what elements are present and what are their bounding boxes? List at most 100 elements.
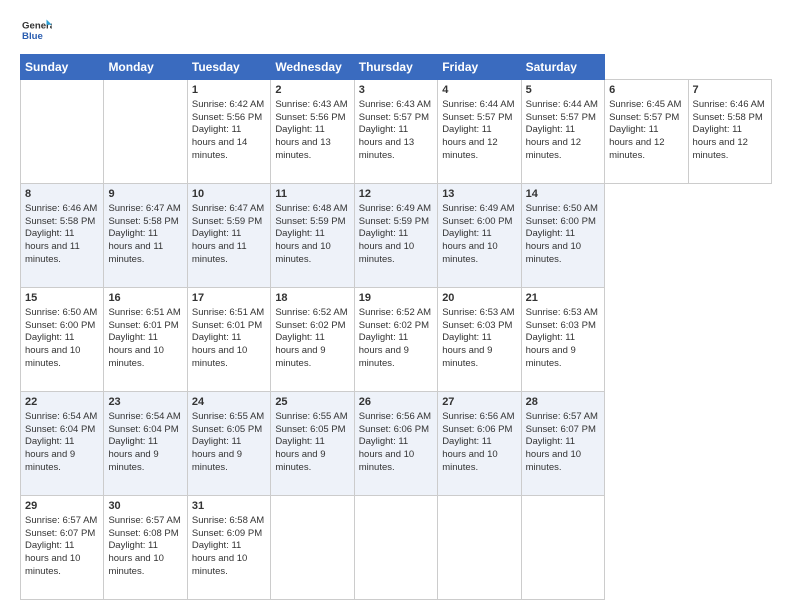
daylight-text: Daylight: 11 hours and 10 minutes. <box>192 540 247 577</box>
daylight-text: Daylight: 11 hours and 10 minutes. <box>192 332 247 369</box>
day-number: 22 <box>25 395 99 410</box>
week-row-1: 1Sunrise: 6:42 AMSunset: 5:56 PMDaylight… <box>21 80 772 184</box>
day-number: 24 <box>192 395 266 410</box>
col-header-friday: Friday <box>438 55 521 80</box>
daylight-text: Daylight: 11 hours and 10 minutes. <box>25 540 80 577</box>
sunset-text: Sunset: 6:03 PM <box>442 320 512 331</box>
sunset-text: Sunset: 5:57 PM <box>442 112 512 123</box>
day-number: 13 <box>442 187 516 202</box>
daylight-text: Daylight: 11 hours and 10 minutes. <box>442 228 497 265</box>
sunrise-text: Sunrise: 6:52 AM <box>359 307 431 318</box>
sunset-text: Sunset: 6:00 PM <box>25 320 95 331</box>
day-number: 6 <box>609 83 683 98</box>
day-number: 20 <box>442 291 516 306</box>
daylight-text: Daylight: 11 hours and 11 minutes. <box>192 228 247 265</box>
daylight-text: Daylight: 11 hours and 14 minutes. <box>192 124 247 161</box>
daylight-text: Daylight: 11 hours and 13 minutes. <box>359 124 414 161</box>
daylight-text: Daylight: 11 hours and 10 minutes. <box>108 540 163 577</box>
daylight-text: Daylight: 11 hours and 9 minutes. <box>526 332 576 369</box>
sunrise-text: Sunrise: 6:49 AM <box>359 203 431 214</box>
sunset-text: Sunset: 6:00 PM <box>526 216 596 227</box>
day-number: 12 <box>359 187 433 202</box>
calendar-cell: 7Sunrise: 6:46 AMSunset: 5:58 PMDaylight… <box>688 80 772 184</box>
day-number: 30 <box>108 499 182 514</box>
sunset-text: Sunset: 6:01 PM <box>108 320 178 331</box>
sunrise-text: Sunrise: 6:55 AM <box>275 411 347 422</box>
calendar-table: SundayMondayTuesdayWednesdayThursdayFrid… <box>20 54 772 600</box>
daylight-text: Daylight: 11 hours and 11 minutes. <box>25 228 80 265</box>
calendar-cell: 13Sunrise: 6:49 AMSunset: 6:00 PMDayligh… <box>438 184 521 288</box>
sunset-text: Sunset: 5:56 PM <box>275 112 345 123</box>
sunrise-text: Sunrise: 6:53 AM <box>526 307 598 318</box>
sunrise-text: Sunrise: 6:46 AM <box>693 99 765 110</box>
daylight-text: Daylight: 11 hours and 10 minutes. <box>25 332 80 369</box>
day-number: 18 <box>275 291 349 306</box>
daylight-text: Daylight: 11 hours and 12 minutes. <box>693 124 748 161</box>
calendar-cell: 12Sunrise: 6:49 AMSunset: 5:59 PMDayligh… <box>354 184 437 288</box>
sunset-text: Sunset: 6:05 PM <box>192 424 262 435</box>
sunset-text: Sunset: 5:56 PM <box>192 112 262 123</box>
calendar-cell: 14Sunrise: 6:50 AMSunset: 6:00 PMDayligh… <box>521 184 604 288</box>
sunrise-text: Sunrise: 6:44 AM <box>442 99 514 110</box>
calendar-cell: 17Sunrise: 6:51 AMSunset: 6:01 PMDayligh… <box>187 288 270 392</box>
daylight-text: Daylight: 11 hours and 10 minutes. <box>359 436 414 473</box>
week-row-5: 29Sunrise: 6:57 AMSunset: 6:07 PMDayligh… <box>21 496 772 600</box>
calendar-cell: 27Sunrise: 6:56 AMSunset: 6:06 PMDayligh… <box>438 392 521 496</box>
sunrise-text: Sunrise: 6:51 AM <box>108 307 180 318</box>
daylight-text: Daylight: 11 hours and 11 minutes. <box>108 228 163 265</box>
sunrise-text: Sunrise: 6:49 AM <box>442 203 514 214</box>
calendar-cell: 16Sunrise: 6:51 AMSunset: 6:01 PMDayligh… <box>104 288 187 392</box>
sunrise-text: Sunrise: 6:50 AM <box>526 203 598 214</box>
daylight-text: Daylight: 11 hours and 12 minutes. <box>609 124 664 161</box>
sunrise-text: Sunrise: 6:55 AM <box>192 411 264 422</box>
sunrise-text: Sunrise: 6:57 AM <box>108 515 180 526</box>
sunrise-text: Sunrise: 6:43 AM <box>359 99 431 110</box>
calendar-cell <box>354 496 437 600</box>
sunrise-text: Sunrise: 6:50 AM <box>25 307 97 318</box>
sunrise-text: Sunrise: 6:47 AM <box>108 203 180 214</box>
day-number: 16 <box>108 291 182 306</box>
day-number: 31 <box>192 499 266 514</box>
daylight-text: Daylight: 11 hours and 12 minutes. <box>442 124 497 161</box>
logo: General Blue <box>20 16 52 44</box>
calendar-cell <box>21 80 104 184</box>
calendar-cell <box>271 496 354 600</box>
daylight-text: Daylight: 11 hours and 13 minutes. <box>275 124 330 161</box>
calendar-cell: 28Sunrise: 6:57 AMSunset: 6:07 PMDayligh… <box>521 392 604 496</box>
sunset-text: Sunset: 6:04 PM <box>25 424 95 435</box>
sunrise-text: Sunrise: 6:57 AM <box>25 515 97 526</box>
day-number: 3 <box>359 83 433 98</box>
day-number: 4 <box>442 83 516 98</box>
calendar-cell: 9Sunrise: 6:47 AMSunset: 5:58 PMDaylight… <box>104 184 187 288</box>
col-header-thursday: Thursday <box>354 55 437 80</box>
calendar-cell: 26Sunrise: 6:56 AMSunset: 6:06 PMDayligh… <box>354 392 437 496</box>
sunset-text: Sunset: 6:06 PM <box>442 424 512 435</box>
calendar-cell: 30Sunrise: 6:57 AMSunset: 6:08 PMDayligh… <box>104 496 187 600</box>
sunset-text: Sunset: 6:09 PM <box>192 528 262 539</box>
daylight-text: Daylight: 11 hours and 9 minutes. <box>108 436 158 473</box>
calendar-cell: 21Sunrise: 6:53 AMSunset: 6:03 PMDayligh… <box>521 288 604 392</box>
day-number: 15 <box>25 291 99 306</box>
calendar-cell: 11Sunrise: 6:48 AMSunset: 5:59 PMDayligh… <box>271 184 354 288</box>
calendar-cell: 3Sunrise: 6:43 AMSunset: 5:57 PMDaylight… <box>354 80 437 184</box>
day-number: 11 <box>275 187 349 202</box>
day-number: 17 <box>192 291 266 306</box>
sunrise-text: Sunrise: 6:58 AM <box>192 515 264 526</box>
week-row-2: 8Sunrise: 6:46 AMSunset: 5:58 PMDaylight… <box>21 184 772 288</box>
day-number: 5 <box>526 83 600 98</box>
daylight-text: Daylight: 11 hours and 9 minutes. <box>359 332 409 369</box>
calendar-cell <box>104 80 187 184</box>
calendar-cell: 20Sunrise: 6:53 AMSunset: 6:03 PMDayligh… <box>438 288 521 392</box>
sunset-text: Sunset: 6:05 PM <box>275 424 345 435</box>
daylight-text: Daylight: 11 hours and 9 minutes. <box>25 436 75 473</box>
sunset-text: Sunset: 5:58 PM <box>25 216 95 227</box>
calendar-cell: 1Sunrise: 6:42 AMSunset: 5:56 PMDaylight… <box>187 80 270 184</box>
sunset-text: Sunset: 5:57 PM <box>609 112 679 123</box>
sunrise-text: Sunrise: 6:54 AM <box>108 411 180 422</box>
calendar-cell: 22Sunrise: 6:54 AMSunset: 6:04 PMDayligh… <box>21 392 104 496</box>
sunrise-text: Sunrise: 6:42 AM <box>192 99 264 110</box>
col-header-saturday: Saturday <box>521 55 604 80</box>
sunrise-text: Sunrise: 6:53 AM <box>442 307 514 318</box>
sunrise-text: Sunrise: 6:44 AM <box>526 99 598 110</box>
daylight-text: Daylight: 11 hours and 10 minutes. <box>359 228 414 265</box>
